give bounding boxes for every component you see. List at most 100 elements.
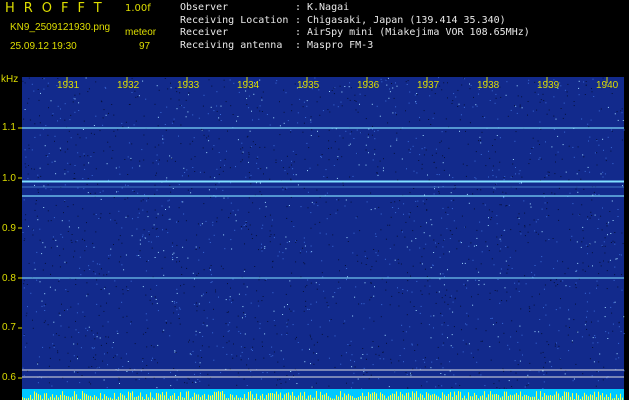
noise-pixel bbox=[223, 86, 225, 88]
noise-pixel bbox=[307, 323, 309, 325]
noise-pixel bbox=[602, 176, 604, 178]
noise-pixel bbox=[451, 334, 453, 336]
noise-pixel bbox=[28, 262, 30, 264]
noise-pixel bbox=[484, 116, 486, 118]
noise-pixel bbox=[587, 123, 589, 125]
noise-pixel bbox=[47, 82, 49, 84]
noise-pixel bbox=[351, 131, 353, 133]
noise-pixel bbox=[168, 206, 170, 208]
noise-pixel bbox=[371, 346, 373, 348]
noise-pixel bbox=[288, 205, 290, 206]
level-bar bbox=[188, 391, 189, 400]
noise-pixel bbox=[438, 357, 439, 359]
noise-pixel bbox=[154, 359, 156, 361]
noise-pixel bbox=[42, 128, 44, 130]
noise-pixel bbox=[157, 213, 159, 215]
noise-pixel bbox=[88, 366, 90, 368]
noise-pixel bbox=[216, 221, 218, 223]
noise-pixel bbox=[304, 286, 306, 288]
noise-pixel bbox=[24, 109, 26, 110]
noise-pixel bbox=[34, 136, 36, 138]
noise-pixel bbox=[494, 139, 496, 141]
noise-pixel bbox=[354, 100, 356, 101]
noise-pixel bbox=[428, 324, 430, 326]
noise-pixel bbox=[78, 332, 80, 333]
noise-pixel bbox=[192, 140, 194, 142]
noise-pixel bbox=[379, 115, 381, 117]
noise-pixel bbox=[560, 176, 562, 178]
noise-pixel bbox=[244, 347, 246, 348]
noise-pixel bbox=[173, 368, 175, 369]
noise-pixel bbox=[339, 85, 341, 87]
noise-pixel bbox=[127, 288, 129, 290]
noise-pixel bbox=[524, 226, 526, 228]
noise-pixel bbox=[429, 95, 431, 97]
noise-pixel bbox=[578, 80, 580, 82]
noise-pixel bbox=[543, 288, 545, 290]
noise-pixel bbox=[186, 382, 188, 384]
noise-pixel bbox=[282, 189, 284, 191]
noise-pixel bbox=[398, 360, 400, 362]
noise-pixel bbox=[23, 199, 25, 201]
noise-pixel bbox=[194, 156, 196, 158]
noise-pixel bbox=[303, 310, 305, 312]
noise-pixel bbox=[489, 157, 491, 159]
noise-pixel bbox=[195, 334, 197, 336]
noise-pixel bbox=[96, 332, 98, 334]
noise-pixel bbox=[541, 333, 543, 335]
noise-pixel bbox=[271, 225, 273, 227]
level-bar bbox=[586, 394, 587, 400]
noise-pixel bbox=[166, 160, 168, 162]
level-bar bbox=[128, 391, 129, 400]
noise-pixel bbox=[196, 274, 198, 276]
noise-pixel bbox=[608, 332, 610, 334]
noise-pixel bbox=[42, 242, 44, 244]
noise-pixel bbox=[149, 299, 151, 301]
noise-pixel bbox=[410, 148, 412, 150]
level-bar bbox=[308, 395, 309, 400]
level-bar bbox=[270, 392, 271, 400]
noise-pixel bbox=[601, 229, 603, 231]
noise-pixel bbox=[476, 361, 478, 363]
noise-pixel bbox=[539, 319, 541, 320]
noise-pixel bbox=[322, 110, 324, 112]
noise-pixel bbox=[395, 82, 396, 84]
noise-pixel bbox=[220, 166, 221, 168]
noise-pixel bbox=[583, 156, 585, 158]
level-bar bbox=[138, 395, 139, 400]
noise-pixel bbox=[442, 367, 444, 369]
noise-pixel bbox=[372, 364, 374, 366]
noise-pixel bbox=[131, 92, 133, 93]
noise-pixel bbox=[618, 326, 620, 328]
noise-pixel bbox=[515, 372, 517, 374]
level-bar bbox=[348, 393, 349, 400]
noise-pixel bbox=[333, 87, 335, 89]
noise-pixel bbox=[511, 176, 513, 177]
noise-pixel bbox=[173, 252, 175, 254]
noise-pixel bbox=[156, 85, 158, 87]
noise-pixel bbox=[433, 327, 434, 329]
noise-pixel bbox=[303, 237, 305, 239]
noise-pixel bbox=[304, 158, 306, 160]
noise-pixel bbox=[59, 359, 61, 361]
noise-pixel bbox=[489, 100, 491, 101]
noise-pixel bbox=[293, 161, 295, 163]
noise-pixel bbox=[346, 268, 348, 269]
noise-pixel bbox=[82, 238, 83, 240]
noise-pixel bbox=[240, 161, 242, 163]
noise-pixel bbox=[607, 261, 609, 263]
noise-pixel bbox=[406, 168, 407, 170]
noise-pixel bbox=[83, 164, 85, 166]
noise-pixel bbox=[188, 92, 190, 94]
noise-pixel bbox=[407, 387, 409, 389]
noise-pixel bbox=[220, 265, 222, 267]
noise-pixel bbox=[242, 306, 244, 308]
noise-pixel bbox=[481, 230, 483, 232]
noise-pixel bbox=[229, 299, 231, 301]
noise-pixel bbox=[519, 231, 521, 232]
noise-pixel bbox=[420, 226, 422, 227]
noise-pixel bbox=[522, 354, 523, 356]
noise-pixel bbox=[139, 257, 141, 258]
noise-pixel bbox=[291, 272, 293, 274]
noise-pixel bbox=[148, 234, 150, 236]
